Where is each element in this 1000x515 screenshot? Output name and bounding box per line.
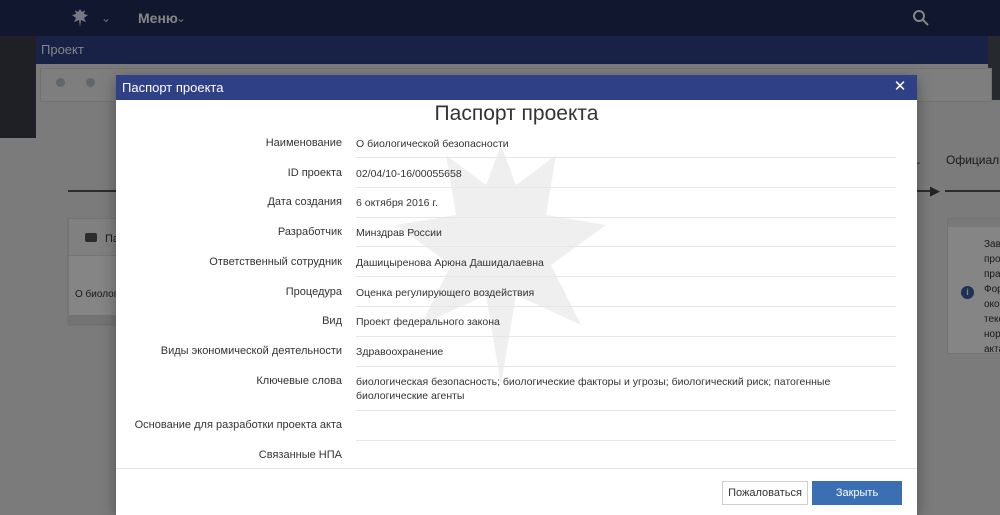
field-value: 6 октября 2016 г. [356,197,438,209]
field-value: 02/04/10-16/00055658 [356,168,462,180]
field-label: Дата создания [267,196,342,208]
field-value: Здравоохранение [356,346,444,358]
field-label: Наименование [265,137,342,149]
dialog-footer: Пожаловаться Закрыть [116,468,917,515]
field-divider [356,336,896,337]
field-value: О биологической безопасности [356,138,509,150]
dialog-title: Паспорт проекта [122,80,224,95]
field-divider [356,157,896,158]
field-divider [356,366,896,367]
field-label: Ответственный сотрудник [209,256,342,268]
field-label: Ключевые слова [256,375,342,387]
field-divider [356,440,896,441]
field-label: Связанные НПА [258,449,342,461]
field-label: Вид [322,315,342,327]
field-divider [356,306,896,307]
field-value: биологическая безопасность; биологически… [356,376,831,402]
close-button[interactable]: Закрыть [812,481,902,505]
field-divider [356,217,896,218]
field-divider [356,276,896,277]
field-divider [356,410,896,411]
field-value: Дашицыренова Арюна Дашидалаевна [356,257,544,269]
field-label: Основание для разработки проекта акта [134,419,342,431]
field-divider [356,246,896,247]
field-divider [356,187,896,188]
field-label: Виды экономической деятельности [160,345,342,357]
field-value: Оценка регулирующего воздействия [356,287,535,299]
field-value: Проект федерального закона [356,316,500,328]
field-label: ID проекта [287,167,342,179]
complain-button[interactable]: Пожаловаться [722,481,808,505]
close-icon[interactable]: ✕ [891,78,909,96]
dialog-header: Паспорт проекта ✕ [116,75,917,100]
field-label: Разработчик [277,226,342,238]
field-value: Минздрав России [356,227,442,239]
field-label: Процедура [285,286,342,298]
project-passport-dialog: Паспорт проекта ✕ Паспорт проекта Наимен… [116,75,917,515]
document-title: Паспорт проекта [434,102,599,125]
